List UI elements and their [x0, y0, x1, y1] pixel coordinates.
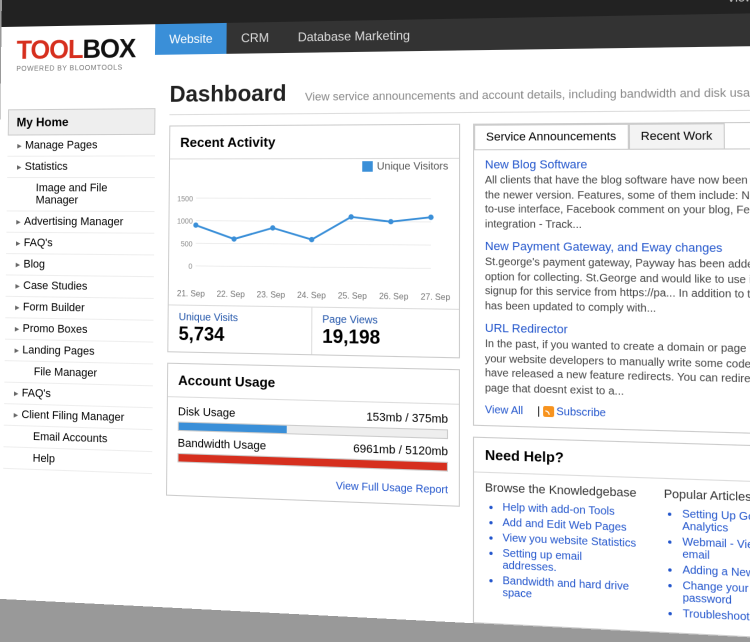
caret-icon: ▸ [16, 237, 24, 248]
caret-icon: ▸ [16, 259, 24, 270]
tab-recent-work[interactable]: Recent Work [628, 123, 725, 149]
sidebar-item-advertising-manager[interactable]: ▸Advertising Manager [6, 211, 154, 233]
sidebar-item-help[interactable]: Help [3, 447, 152, 474]
kb-link[interactable]: Help with add-on Tools [502, 502, 636, 519]
recent-activity-heading: Recent Activity [170, 125, 459, 160]
sidebar-heading[interactable]: My Home [8, 108, 156, 135]
caret-icon: ▸ [14, 409, 22, 421]
need-help-panel: Need Help? Browse the Knowledgebase Help… [473, 437, 750, 642]
popular-article-link[interactable]: Setting Up Google Analytics [682, 509, 750, 539]
caret-icon: ▸ [14, 344, 22, 355]
sidebar-item-case-studies[interactable]: ▸Case Studies [6, 275, 154, 299]
sidebar-item-image-and-file-manager[interactable]: Image and File Manager [7, 178, 155, 212]
svg-text:1000: 1000 [177, 217, 193, 226]
recent-activity-panel: Recent Activity Unique Visitors 05001000… [167, 124, 460, 359]
caret-icon: ▸ [15, 280, 23, 291]
kb-link[interactable]: Setting up email addresses. [502, 548, 636, 578]
rss-icon [543, 406, 554, 417]
page-views-stat: Page Views 19,198 [312, 308, 459, 358]
sidebar-item-statistics[interactable]: ▸Statistics [7, 156, 155, 178]
sidebar: My Home ▸Manage Pages▸StatisticsImage an… [1, 71, 155, 606]
caret-icon: ▸ [14, 387, 22, 398]
page-subtitle: View service announcements and account d… [305, 87, 750, 104]
page-title: Dashboard [169, 80, 286, 108]
caret-icon: ▸ [15, 302, 23, 313]
activity-chart: 0 500 1000 1500 [169, 175, 459, 293]
caret-icon: ▸ [17, 140, 25, 151]
account-usage-panel: Account Usage Disk Usage153mb / 375mb Ba… [166, 363, 460, 507]
svg-text:0: 0 [188, 262, 192, 271]
view-all-link[interactable]: View All [485, 404, 523, 417]
caret-icon: ▸ [16, 216, 24, 227]
nav-database-marketing[interactable]: Database Marketing [283, 19, 425, 53]
full-usage-report-link[interactable]: View Full Usage Report [336, 481, 448, 497]
unique-visits-stat: Unique Visits 5,734 [168, 305, 312, 354]
sidebar-item-faq-s[interactable]: ▸FAQ's [6, 233, 154, 256]
sidebar-item-promo-boxes[interactable]: ▸Promo Boxes [5, 318, 154, 342]
page-title-row: Dashboard View service announcements and… [169, 74, 750, 115]
sidebar-item-blog[interactable]: ▸Blog [6, 254, 154, 277]
nav-crm[interactable]: CRM [227, 22, 284, 54]
popular-article-link[interactable]: Change your website password [682, 580, 750, 611]
popular-article-link[interactable]: Troubleshooting Typical [683, 608, 750, 627]
caret-icon: ▸ [15, 323, 23, 334]
kb-link[interactable]: View you website Statistics [502, 532, 636, 550]
svg-text:1500: 1500 [177, 194, 193, 203]
logo: TOOLBOX POWERED BY BLOOMTOOLS [16, 33, 135, 73]
popular-article-link[interactable]: Webmail - View your email [682, 536, 750, 566]
announcement-link[interactable]: New Blog Software [485, 158, 750, 172]
sidebar-item-form-builder[interactable]: ▸Form Builder [5, 297, 153, 321]
subscribe-link[interactable]: Subscribe [556, 406, 606, 419]
tab-service-announcements[interactable]: Service Announcements [474, 124, 628, 149]
svg-text:500: 500 [181, 239, 193, 248]
announcements-panel: Service Announcements Recent Work New Bl… [473, 121, 750, 436]
view-website-link[interactable]: View Website [727, 0, 750, 5]
announcement-link[interactable]: New Payment Gateway, and Eway changes [485, 240, 750, 256]
nav-website[interactable]: Website [155, 23, 227, 55]
sidebar-item-manage-pages[interactable]: ▸Manage Pages [7, 135, 155, 157]
caret-icon: ▸ [17, 161, 25, 172]
kb-link[interactable]: Add and Edit Web Pages [502, 517, 636, 534]
legend-swatch-icon [362, 162, 373, 173]
kb-link[interactable]: Bandwidth and hard drive space [503, 575, 638, 606]
